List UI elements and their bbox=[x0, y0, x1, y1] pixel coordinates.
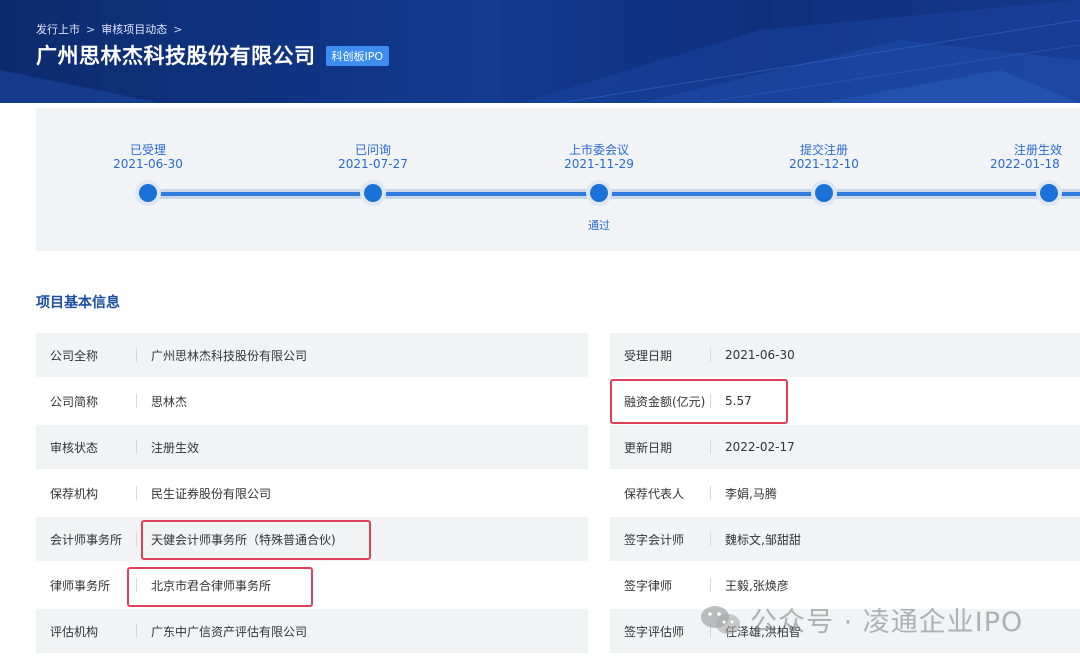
info-row: 保荐机构 民生证券股份有限公司 bbox=[36, 471, 588, 515]
timeline-line bbox=[148, 192, 1080, 196]
board-badge: 科创板IPO bbox=[325, 46, 390, 66]
info-label: 签字会计师 bbox=[624, 532, 685, 547]
watermark-text: 公众号 · 凌通企业IPO bbox=[750, 607, 1024, 638]
divider bbox=[136, 624, 137, 638]
info-value: 民生证券股份有限公司 bbox=[151, 486, 272, 501]
info-value: 注册生效 bbox=[151, 440, 200, 455]
breadcrumb: 发行上市 > 审核项目动态 > bbox=[36, 21, 182, 37]
progress-timeline: 已受理 2021-06-30 已问询 2021-07-27 上市委会议 2021… bbox=[36, 108, 1080, 251]
step-dot bbox=[135, 180, 161, 206]
timeline-step-committee: 上市委会议 2021-11-29 bbox=[539, 143, 659, 171]
timeline-step-registration: 提交注册 2021-12-10 bbox=[764, 143, 884, 171]
step-label: 提交注册 bbox=[799, 143, 848, 157]
info-value: 李娟,马腾 bbox=[725, 486, 777, 501]
step-date: 2021-11-29 bbox=[564, 157, 634, 171]
step-label: 注册生效 bbox=[1014, 143, 1063, 157]
step-date: 2021-06-30 bbox=[113, 157, 183, 171]
info-row: 公司全称 广州思林杰科技股份有限公司 bbox=[36, 333, 588, 377]
info-label: 保荐机构 bbox=[50, 486, 99, 501]
info-label: 更新日期 bbox=[624, 440, 673, 455]
divider bbox=[136, 486, 137, 500]
timeline-step-inquired: 已问询 2021-07-27 bbox=[313, 143, 433, 171]
info-label: 律师事务所 bbox=[50, 578, 111, 593]
chevron-right-icon: > bbox=[173, 22, 183, 36]
divider bbox=[710, 348, 711, 362]
info-value: 2021-06-30 bbox=[725, 348, 795, 362]
info-row: 公司简称 思林杰 bbox=[36, 379, 588, 423]
divider bbox=[136, 440, 137, 454]
info-value: 2022-02-17 bbox=[725, 440, 795, 454]
divider bbox=[136, 532, 137, 546]
info-label: 审核状态 bbox=[50, 440, 99, 455]
info-label: 公司全称 bbox=[50, 348, 99, 363]
step-note: 通过 bbox=[588, 219, 610, 232]
breadcrumb-item-listing[interactable]: 发行上市 bbox=[36, 21, 80, 37]
info-row: 签字会计师 魏标文,邹甜甜 bbox=[610, 517, 1080, 561]
watermark: 公众号 · 凌通企业IPO bbox=[700, 600, 1023, 639]
info-row: 评估机构 广东中广信资产评估有限公司 bbox=[36, 609, 588, 653]
section-title: 项目基本信息 bbox=[36, 295, 120, 311]
info-row: 受理日期 2021-06-30 bbox=[610, 333, 1080, 377]
step-dot bbox=[360, 180, 386, 206]
wechat-icon bbox=[701, 605, 740, 634]
divider bbox=[710, 532, 711, 546]
info-row: 更新日期 2022-02-17 bbox=[610, 425, 1080, 469]
step-label: 上市委会议 bbox=[568, 143, 629, 157]
divider bbox=[710, 440, 711, 454]
step-date: 2021-12-10 bbox=[789, 157, 859, 171]
info-value: 广州思林杰科技股份有限公司 bbox=[151, 348, 308, 363]
step-dot bbox=[1036, 180, 1062, 206]
page-title: 广州思林杰科技股份有限公司 bbox=[36, 44, 316, 68]
info-value: 王毅,张焕彦 bbox=[725, 578, 789, 593]
highlight-box-accounting-firm bbox=[141, 520, 371, 560]
info-label: 签字律师 bbox=[624, 578, 673, 593]
divider bbox=[136, 394, 137, 408]
step-date: 2021-07-27 bbox=[338, 157, 408, 171]
timeline-step-effective: 注册生效 2022-01-18 bbox=[990, 143, 1080, 171]
info-label: 保荐代表人 bbox=[624, 486, 685, 501]
divider bbox=[710, 486, 711, 500]
info-value: 广东中广信资产评估有限公司 bbox=[151, 624, 308, 639]
info-label: 受理日期 bbox=[624, 348, 673, 363]
breadcrumb-item-review[interactable]: 审核项目动态 bbox=[101, 21, 167, 37]
info-value: 思林杰 bbox=[151, 394, 188, 409]
page-header: 发行上市 > 审核项目动态 > 广州思林杰科技股份有限公司 科创板IPO bbox=[0, 0, 1080, 103]
info-row: 审核状态 注册生效 bbox=[36, 425, 588, 469]
step-label: 已问询 bbox=[354, 143, 391, 157]
step-dot bbox=[811, 180, 837, 206]
timeline-step-accepted: 已受理 2021-06-30 bbox=[88, 143, 208, 171]
info-label: 公司简称 bbox=[50, 394, 99, 409]
chevron-right-icon: > bbox=[86, 22, 96, 36]
step-dot bbox=[586, 180, 612, 206]
info-label: 评估机构 bbox=[50, 624, 99, 639]
info-value: 魏标文,邹甜甜 bbox=[725, 532, 801, 547]
step-date: 2022-01-18 bbox=[990, 157, 1060, 171]
info-label: 签字评估师 bbox=[624, 624, 685, 639]
highlight-box-law-firm bbox=[127, 567, 313, 607]
step-label: 已受理 bbox=[129, 143, 166, 157]
highlight-box-financing-amount bbox=[610, 379, 788, 424]
divider bbox=[710, 578, 711, 592]
info-row: 保荐代表人 李娟,马腾 bbox=[610, 471, 1080, 515]
info-label: 会计师事务所 bbox=[50, 532, 123, 547]
divider bbox=[136, 348, 137, 362]
